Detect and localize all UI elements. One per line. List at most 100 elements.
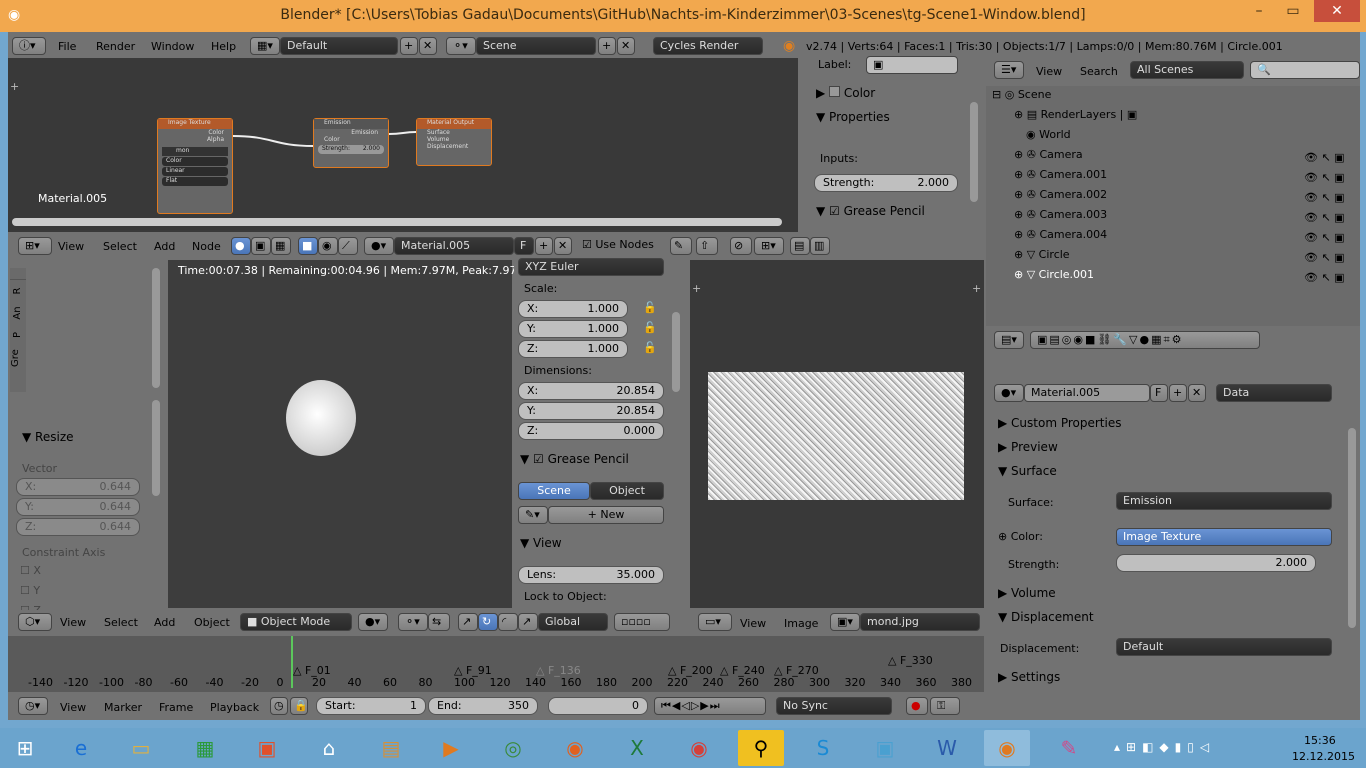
menu-file[interactable]: File bbox=[58, 40, 76, 53]
image-menu-view[interactable]: View bbox=[740, 617, 766, 630]
app-icon[interactable]: ▤ bbox=[368, 730, 414, 766]
clock-time[interactable]: 15:36 bbox=[1304, 734, 1336, 747]
close-button[interactable]: ✕ bbox=[1314, 0, 1360, 22]
outliner-item-circle-001[interactable]: ⊕ ▽ Circle.001 bbox=[1014, 268, 1094, 281]
grease-new-button[interactable]: + New bbox=[548, 506, 664, 524]
compositing-nodes-button[interactable]: ▣ bbox=[251, 237, 271, 255]
outliner-item-camera-003[interactable]: ⊕ ✇ Camera.003 bbox=[1014, 208, 1107, 221]
properties-context-tabs[interactable]: ▣▤◎◉■⛓🔧▽●▦⌗⚙ bbox=[1030, 331, 1260, 349]
viewport-grease-panel[interactable]: ▼ ☑ Grease Pencil bbox=[520, 452, 629, 466]
go-parent-icon[interactable]: ⇧ bbox=[696, 237, 718, 255]
auto-keyframe-icon[interactable]: ● bbox=[906, 697, 928, 715]
chrome-icon[interactable]: ◉ bbox=[676, 730, 722, 766]
view-panel[interactable]: ▼ View bbox=[520, 536, 562, 550]
outliner-item-camera-004[interactable]: ⊕ ✇ Camera.004 bbox=[1014, 228, 1107, 241]
timeline-menu-marker[interactable]: Marker bbox=[104, 701, 142, 714]
render-engine-select[interactable]: Cycles Render bbox=[653, 37, 763, 55]
node-editor-type-button[interactable]: ⊞▾ bbox=[18, 237, 52, 255]
shader-nodes-button[interactable]: ● bbox=[231, 237, 251, 255]
paint-icon[interactable]: ✎ bbox=[1046, 730, 1092, 766]
transform-icon[interactable]: ↗ bbox=[518, 613, 538, 631]
menu-render[interactable]: Render bbox=[96, 40, 135, 53]
timeline-area[interactable]: △ F_01 △ F_91 △ F_136 △ F_200 △ F_240 △ F_270… bbox=[8, 636, 984, 692]
manipulator-toggle[interactable]: ⇆ bbox=[428, 613, 450, 631]
image-name-field[interactable]: mond.jpg bbox=[860, 613, 980, 631]
menu-help[interactable]: Help bbox=[211, 40, 236, 53]
displacement-panel[interactable]: ▼ Displacement bbox=[998, 610, 1094, 624]
sync-mode-select[interactable]: No Sync bbox=[776, 697, 892, 715]
props-link-select[interactable]: Data bbox=[1216, 384, 1332, 402]
viewport-menu-object[interactable]: Object bbox=[194, 616, 230, 629]
timeline-menu-view[interactable]: View bbox=[60, 701, 86, 714]
globe-icon[interactable]: ◎ bbox=[490, 730, 536, 766]
node-grease-panel[interactable]: ▼ ☑ Grease Pencil bbox=[816, 204, 925, 218]
props-material-unlink-button[interactable]: ✕ bbox=[1188, 384, 1206, 402]
props-material-name[interactable]: Material.005 bbox=[1024, 384, 1150, 402]
scene-remove-button[interactable]: ✕ bbox=[617, 37, 635, 55]
world-shader-button[interactable]: ◉ bbox=[318, 237, 338, 255]
constraint-y-checkbox[interactable]: ☐ Y bbox=[20, 584, 40, 597]
tab-grease-pencil[interactable]: Gre bbox=[5, 349, 31, 367]
displacement-select[interactable]: Default bbox=[1116, 638, 1332, 656]
grease-pencil-icon[interactable]: ✎▾ bbox=[518, 506, 548, 524]
viewport-editor-type-button[interactable]: ⬡▾ bbox=[18, 613, 52, 631]
outliner-restrict-columns[interactable]: 👁 ↖ ▣ 👁 ↖ ▣ 👁 ↖ ▣ 👁 ↖ ▣ 👁 ↖ ▣ 👁 ↖ ▣ 👁 ↖ ▣ bbox=[1304, 148, 1354, 288]
material-browse-button[interactable]: ●▾ bbox=[364, 237, 394, 255]
image-browse-button[interactable]: ▣▾ bbox=[830, 613, 860, 631]
explorer-icon[interactable]: ▭ bbox=[118, 730, 164, 766]
node-material-select[interactable]: Material.005 bbox=[394, 237, 514, 255]
orientation-select[interactable]: Global bbox=[538, 613, 608, 631]
ie-icon[interactable]: e bbox=[58, 730, 104, 766]
surface-shader-select[interactable]: Emission bbox=[1116, 492, 1332, 510]
preview-range-icon[interactable]: ◷ bbox=[270, 697, 288, 715]
layout-remove-button[interactable]: ✕ bbox=[419, 37, 437, 55]
node-menu-view[interactable]: View bbox=[58, 240, 84, 253]
dim-x-field[interactable]: X: 20.854 bbox=[518, 382, 664, 400]
skype-icon[interactable]: S bbox=[800, 730, 846, 766]
props-material-add-button[interactable]: + bbox=[1169, 384, 1187, 402]
custom-properties-panel[interactable]: ▶ Custom Properties bbox=[998, 416, 1121, 430]
color-input-select[interactable]: Image Texture bbox=[1116, 528, 1332, 546]
blender-taskbar-icon[interactable]: ◉ bbox=[984, 730, 1030, 766]
outliner-menu-search[interactable]: Search bbox=[1080, 65, 1118, 78]
paste-nodes-icon[interactable]: ▥ bbox=[810, 237, 830, 255]
store-icon[interactable]: ▦ bbox=[182, 730, 228, 766]
texture-nodes-button[interactable]: ▦ bbox=[271, 237, 291, 255]
lock-x-icon[interactable]: 🔓 bbox=[642, 300, 658, 316]
resize-x-field[interactable]: X: 0.644 bbox=[16, 478, 140, 496]
lock-y-icon[interactable]: 🔓 bbox=[642, 320, 658, 336]
media-icon[interactable]: ▶ bbox=[428, 730, 474, 766]
color-input-row[interactable]: ⊕ Color: bbox=[998, 530, 1043, 543]
tab-relations[interactable]: R bbox=[7, 283, 29, 299]
timeline-menu-frame[interactable]: Frame bbox=[159, 701, 193, 714]
props-material-browse-button[interactable]: ●▾ bbox=[994, 384, 1024, 402]
tab-animation[interactable]: An bbox=[7, 305, 29, 321]
layer-buttons[interactable]: ▫▫▫▫ bbox=[614, 613, 670, 631]
pivot-select[interactable]: ⚬▾ bbox=[398, 613, 428, 631]
translate-manipulator-icon[interactable]: ↗ bbox=[458, 613, 478, 631]
node-label-field[interactable]: ▣ bbox=[866, 56, 958, 74]
outliner-item-world[interactable]: ◉ World bbox=[1026, 128, 1071, 141]
timeline-marker[interactable]: △ F_330 bbox=[888, 654, 933, 667]
outliner-item-camera-001[interactable]: ⊕ ✇ Camera.001 bbox=[1014, 168, 1107, 181]
scale-x-field[interactable]: X: 1.000 bbox=[518, 300, 628, 318]
node-editor-canvas[interactable]: + Material.005 Image Texture Color Alpha… bbox=[8, 58, 798, 232]
rotation-mode-select[interactable]: XYZ Euler bbox=[518, 258, 664, 276]
props-fake-user-button[interactable]: F bbox=[1150, 384, 1168, 402]
timeline-editor-type-button[interactable]: ◷▾ bbox=[18, 697, 48, 715]
constraint-x-checkbox[interactable]: ☐ X bbox=[20, 564, 41, 577]
image-editor-canvas[interactable]: + + bbox=[690, 260, 984, 608]
layout-icon-button[interactable]: ▦▾ bbox=[250, 37, 280, 55]
dim-z-field[interactable]: Z: 0.000 bbox=[518, 422, 664, 440]
lens-field[interactable]: Lens: 35.000 bbox=[518, 566, 664, 584]
object-mode-select[interactable]: ■ Object Mode bbox=[240, 613, 352, 631]
timeline-menu-playback[interactable]: Playback bbox=[210, 701, 259, 714]
home-icon[interactable]: ⌂ bbox=[306, 730, 352, 766]
outliner-item-circle[interactable]: ⊕ ▽ Circle bbox=[1014, 248, 1070, 261]
outliner-menu-view[interactable]: View bbox=[1036, 65, 1062, 78]
copy-nodes-icon[interactable]: ▤ bbox=[790, 237, 810, 255]
node-color-panel[interactable]: ▶ Color bbox=[816, 86, 875, 100]
minimize-button[interactable]: – bbox=[1244, 0, 1274, 22]
snap-icon[interactable]: ⊘ bbox=[730, 237, 752, 255]
start-frame-field[interactable]: Start: 1 bbox=[316, 697, 426, 715]
